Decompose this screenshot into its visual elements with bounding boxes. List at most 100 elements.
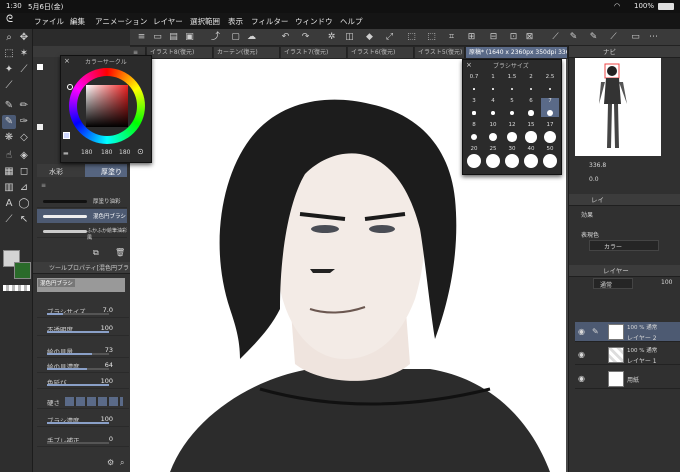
eyedropper-icon[interactable]: ⟋ [17, 63, 31, 77]
deco-tool-icon[interactable]: ❋ [2, 131, 16, 145]
hsv-v-value[interactable]: 180 [119, 149, 130, 156]
balloon-tool-icon[interactable]: ◯ [17, 197, 31, 211]
grid-icon[interactable]: ⊞ [466, 32, 477, 43]
brush-size-option[interactable]: 1.5 [503, 74, 521, 93]
brush-size-option[interactable]: 6 [522, 98, 540, 117]
close-icon[interactable]: × [466, 61, 472, 69]
airbrush-tool-icon[interactable]: ✑ [17, 115, 31, 129]
brush-size-option[interactable]: 7 [541, 98, 559, 117]
property-hardness[interactable]: 硬さ [37, 394, 129, 409]
undo-icon[interactable]: ↶ [280, 32, 291, 43]
menu-filter[interactable]: フィルター [251, 16, 288, 27]
brush-size-option[interactable]: 10 [484, 122, 502, 141]
eye-icon[interactable]: ◉ [578, 350, 585, 359]
hsv-mode-icon[interactable]: ▬ [63, 150, 69, 157]
brush-size-option[interactable]: 2 [522, 74, 540, 93]
blend-tool-icon[interactable]: ☝ [2, 149, 16, 163]
search-icon[interactable]: ⌕ [120, 458, 124, 468]
tab-file[interactable]: イラスト8(復元) [147, 47, 213, 58]
tab-file[interactable]: イラスト6(復元) [348, 47, 414, 58]
brush-size-option[interactable]: 4 [484, 98, 502, 117]
pen-pressure-icon[interactable]: ⟋ [550, 32, 561, 43]
figure-tool-icon[interactable]: ◻ [17, 165, 31, 179]
pen-tool-icon[interactable]: ✎ [2, 99, 16, 113]
deselect-icon[interactable]: ⬚ [406, 32, 417, 43]
navigator-preview[interactable] [575, 58, 661, 156]
layer-opacity-value[interactable]: 100 [661, 279, 672, 286]
property-stabilization[interactable]: 手ブレ補正 0 [37, 432, 129, 447]
property-brush-density[interactable]: ブラシ濃度 100 [37, 412, 129, 427]
menu-selection[interactable]: 選択範囲 [190, 16, 220, 27]
property-paint-amount[interactable]: 絵の具量 73 [37, 343, 129, 358]
menu-layer[interactable]: レイヤー [153, 16, 183, 27]
brush-size-option[interactable]: 0.7 [465, 74, 483, 93]
fullscreen-icon[interactable]: ▭ [630, 32, 641, 43]
brush-size-option[interactable]: 30 [503, 146, 521, 168]
sub-tool-tab-watercolor[interactable]: 水彩 [49, 167, 63, 177]
open-icon[interactable]: ▤ [168, 32, 179, 43]
ruler-icon[interactable]: ⊟ [488, 32, 499, 43]
menu-file[interactable]: ファイル [34, 16, 64, 27]
tab-file[interactable]: カーテン(復元) [214, 47, 280, 58]
pencil-tool-icon[interactable]: ✏ [17, 99, 31, 113]
cloud-icon[interactable]: ☁ [246, 32, 257, 43]
brush-size-option[interactable]: 40 [522, 146, 540, 168]
sub-color-swatch[interactable] [14, 262, 31, 279]
property-color-stretch[interactable]: 色延び 100 [37, 374, 129, 389]
settings-icon[interactable]: ⚙ [107, 458, 114, 467]
brush-size-option[interactable]: 3 [465, 98, 483, 117]
brush-size-option[interactable]: 50 [541, 146, 559, 168]
copy-subtool-icon[interactable]: ⧉ [93, 248, 99, 258]
brush-size-option[interactable]: 12 [503, 122, 521, 142]
hardness-selector[interactable] [65, 397, 123, 406]
crop-icon[interactable]: ⌗ [446, 32, 457, 43]
layer-row-paper[interactable]: ◉ 用紙 [575, 369, 680, 389]
layer-row[interactable]: ◉ 100 % 通常 レイヤー 1 [575, 345, 680, 365]
current-color-chip[interactable] [63, 132, 70, 139]
zoom-tool-icon[interactable]: ⌕ [2, 31, 16, 45]
more-icon[interactable]: ⋯ [648, 32, 659, 43]
transparent-color-swatch[interactable] [3, 285, 30, 291]
tab-file[interactable]: イラスト7(復元) [281, 47, 347, 58]
eye-icon[interactable]: ◉ [578, 327, 585, 336]
select-tool-icon[interactable]: ⬚ [2, 47, 16, 61]
menu-window[interactable]: ウィンドウ [295, 16, 333, 27]
eye-icon[interactable]: ◉ [578, 374, 585, 383]
property-brush-size[interactable]: ブラシサイズ 7.0 [37, 303, 129, 318]
brush-size-option[interactable]: 1 [484, 74, 502, 93]
move-tool-icon[interactable]: ✥ [17, 31, 31, 45]
tab-file[interactable]: イラスト5(復元) [415, 47, 465, 58]
menu-icon[interactable]: ≡ [136, 32, 147, 43]
lasso-tool-icon[interactable]: ✶ [17, 47, 31, 61]
loading-icon[interactable]: ✲ [326, 32, 337, 43]
menu-help[interactable]: ヘルプ [340, 16, 363, 27]
sub-tool-item[interactable]: 厚塗り油彩 [37, 194, 127, 208]
menu-view[interactable]: 表示 [228, 16, 243, 27]
transform-icon[interactable]: ⤢ [384, 32, 395, 43]
hsv-s-value[interactable]: 180 [101, 149, 112, 156]
clear-icon[interactable]: ◫ [344, 32, 355, 43]
invert-select-icon[interactable]: ⬚ [426, 32, 437, 43]
expression-color-select[interactable]: カラー [589, 240, 659, 251]
mirror-icon[interactable]: ⊠ [524, 32, 535, 43]
magic-wand-icon[interactable]: ✦ [2, 63, 16, 77]
color-settings-icon[interactable]: ⊙ [137, 147, 144, 156]
fill-icon[interactable]: ◆ [364, 32, 375, 43]
brush-size-option[interactable]: 2.5 [541, 74, 559, 93]
menu-animation[interactable]: アニメーション [95, 16, 147, 27]
ruler-pen-icon[interactable]: ⟋ [608, 32, 619, 43]
stylus-icon[interactable]: ✎ [568, 32, 579, 43]
saturation-value-square[interactable] [86, 85, 128, 127]
color-chip-light[interactable] [37, 124, 43, 130]
brush-size-option[interactable]: 25 [484, 146, 502, 168]
share-icon[interactable]: ▢ [230, 32, 241, 43]
correct-line-tool-icon[interactable]: ⟋ [2, 213, 16, 227]
sub-tool-item-selected[interactable]: 混色円ブラシ [37, 209, 127, 223]
tab-active-file[interactable]: 原稿* (1640 x 2360px 350dpi 336.8%) [466, 47, 568, 58]
close-icon[interactable]: × [64, 57, 70, 65]
gradient-tool-icon[interactable]: ▦ [2, 165, 16, 179]
property-paint-density[interactable]: 絵の具濃度 64 [37, 358, 129, 373]
navigator-angle[interactable]: 0.0 [589, 176, 599, 183]
brush-tool-icon[interactable]: ✎ [2, 115, 16, 129]
fill-tool-icon[interactable]: ◈ [17, 149, 31, 163]
